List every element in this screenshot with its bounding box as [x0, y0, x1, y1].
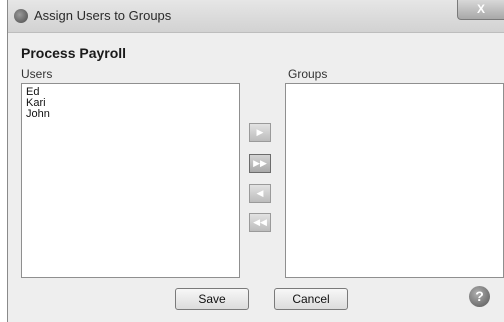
- app-icon: [14, 9, 28, 23]
- dialog-content: Process Payroll Users Groups Ed Kari Joh…: [8, 33, 504, 322]
- title-bar: Assign Users to Groups X: [8, 0, 504, 33]
- remove-all-button[interactable]: ◀◀: [249, 213, 271, 232]
- remove-selected-button[interactable]: ◀: [249, 184, 271, 203]
- add-selected-button[interactable]: ▶: [249, 123, 271, 142]
- users-label: Users: [21, 67, 53, 81]
- add-all-button[interactable]: ▶▶: [249, 154, 271, 173]
- process-heading: Process Payroll: [21, 45, 127, 61]
- list-item[interactable]: Ed: [22, 87, 239, 98]
- save-button[interactable]: Save: [175, 288, 249, 310]
- list-item[interactable]: John: [22, 109, 239, 120]
- close-button[interactable]: X: [457, 0, 504, 20]
- groups-listbox[interactable]: [285, 83, 504, 278]
- cancel-button[interactable]: Cancel: [274, 288, 348, 310]
- window-title: Assign Users to Groups: [34, 8, 172, 23]
- users-listbox[interactable]: Ed Kari John: [21, 83, 240, 278]
- assign-users-dialog: Assign Users to Groups X Process Payroll…: [7, 0, 504, 322]
- groups-label: Groups: [288, 67, 328, 81]
- list-item[interactable]: Kari: [22, 98, 239, 109]
- help-icon[interactable]: ?: [469, 286, 490, 307]
